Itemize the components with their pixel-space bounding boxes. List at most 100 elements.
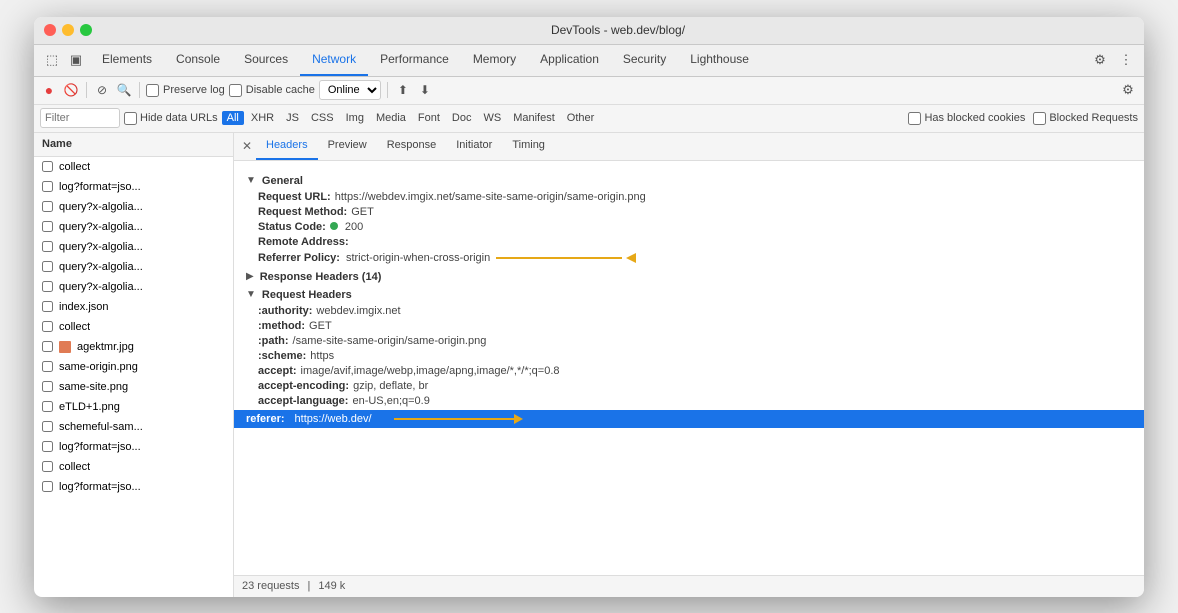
filter-type-manifest[interactable]: Manifest (508, 111, 560, 125)
item-checkbox[interactable] (42, 401, 53, 412)
close-button[interactable] (44, 24, 56, 36)
referer-row: referer: https://web.dev/ (234, 410, 1144, 428)
clear-button[interactable]: 🚫 (62, 81, 80, 99)
tab-elements[interactable]: Elements (90, 44, 164, 76)
tab-lighthouse[interactable]: Lighthouse (678, 44, 761, 76)
filter-type-xhr[interactable]: XHR (246, 111, 279, 125)
item-checkbox[interactable] (42, 341, 53, 352)
list-item[interactable]: same-site.png (34, 377, 233, 397)
import-icon[interactable]: ⬆ (394, 81, 412, 99)
list-item[interactable]: query?x-algolia... (34, 217, 233, 237)
request-headers-section-header[interactable]: ▼ Request Headers (246, 289, 1132, 301)
response-headers-section-header[interactable]: ▶ Response Headers (14) (246, 271, 1132, 283)
tab-network[interactable]: Network (300, 44, 368, 76)
general-section-header[interactable]: ▼ General (246, 175, 1132, 187)
list-item[interactable]: log?format=jso... (34, 437, 233, 457)
item-checkbox[interactable] (42, 161, 53, 172)
blocked-requests-input[interactable] (1033, 112, 1046, 125)
item-checkbox[interactable] (42, 281, 53, 292)
record-button[interactable]: ● (40, 81, 58, 99)
list-item[interactable]: same-origin.png (34, 357, 233, 377)
list-item[interactable]: collect (34, 457, 233, 477)
cursor-icon[interactable]: ⬚ (42, 50, 62, 70)
network-settings-icon[interactable]: ⚙ (1118, 80, 1138, 100)
device-icon[interactable]: ▣ (66, 50, 86, 70)
item-checkbox[interactable] (42, 441, 53, 452)
tab-memory[interactable]: Memory (461, 44, 528, 76)
item-label: query?x-algolia... (59, 221, 143, 233)
item-checkbox[interactable] (42, 481, 53, 492)
preserve-log-input[interactable] (146, 84, 159, 97)
filter-icon[interactable]: ⊘ (93, 81, 111, 99)
minimize-button[interactable] (62, 24, 74, 36)
has-blocked-cookies-input[interactable] (908, 112, 921, 125)
filter-type-doc[interactable]: Doc (447, 111, 477, 125)
hide-data-urls-checkbox[interactable]: Hide data URLs (124, 112, 218, 125)
filter-type-ws[interactable]: WS (478, 111, 506, 125)
search-icon[interactable]: 🔍 (115, 81, 133, 99)
item-label: eTLD+1.png (59, 401, 120, 413)
list-item[interactable]: agektmr.jpg (34, 337, 233, 357)
filter-type-img[interactable]: Img (341, 111, 369, 125)
filter-type-css[interactable]: CSS (306, 111, 339, 125)
export-icon[interactable]: ⬇ (416, 81, 434, 99)
transfer-size: 149 k (318, 580, 345, 592)
throttle-select[interactable]: Online (319, 80, 381, 100)
list-item[interactable]: collect (34, 157, 233, 177)
list-item[interactable]: query?x-algolia... (34, 237, 233, 257)
item-checkbox[interactable] (42, 461, 53, 472)
tab-security[interactable]: Security (611, 44, 678, 76)
referer-arrow-head (514, 414, 523, 424)
filter-type-js[interactable]: JS (281, 111, 304, 125)
item-checkbox[interactable] (42, 321, 53, 332)
item-checkbox[interactable] (42, 261, 53, 272)
item-checkbox[interactable] (42, 381, 53, 392)
settings-icon[interactable]: ⚙ (1090, 50, 1110, 70)
filter-type-media[interactable]: Media (371, 111, 411, 125)
list-item[interactable]: log?format=jso... (34, 477, 233, 497)
item-checkbox[interactable] (42, 241, 53, 252)
tab-headers[interactable]: Headers (256, 133, 318, 161)
list-item[interactable]: index.json (34, 297, 233, 317)
disable-cache-input[interactable] (229, 84, 242, 97)
tab-timing[interactable]: Timing (502, 133, 555, 161)
list-item[interactable]: log?format=jso... (34, 177, 233, 197)
maximize-button[interactable] (80, 24, 92, 36)
disable-cache-checkbox[interactable]: Disable cache (229, 84, 315, 97)
item-checkbox[interactable] (42, 421, 53, 432)
item-checkbox[interactable] (42, 181, 53, 192)
filter-type-font[interactable]: Font (413, 111, 445, 125)
name-column-header: Name (42, 138, 72, 150)
more-icon[interactable]: ⋮ (1116, 50, 1136, 70)
tab-sources[interactable]: Sources (232, 44, 300, 76)
item-checkbox[interactable] (42, 201, 53, 212)
preserve-log-checkbox[interactable]: Preserve log (146, 84, 225, 97)
hide-data-urls-input[interactable] (124, 112, 137, 125)
tab-initiator[interactable]: Initiator (446, 133, 502, 161)
tab-response[interactable]: Response (377, 133, 447, 161)
close-detail-button[interactable]: ✕ (238, 137, 256, 155)
list-item[interactable]: query?x-algolia... (34, 197, 233, 217)
status-separator: | (307, 580, 310, 592)
list-item[interactable]: query?x-algolia... (34, 277, 233, 297)
tab-application[interactable]: Application (528, 44, 611, 76)
authority-key: :authority: (258, 305, 312, 317)
list-item[interactable]: schemeful-sam... (34, 417, 233, 437)
remote-address-row: Remote Address: (258, 236, 1132, 248)
filter-type-all[interactable]: All (222, 111, 244, 125)
tab-preview[interactable]: Preview (318, 133, 377, 161)
filter-input[interactable] (45, 112, 105, 124)
has-blocked-cookies-checkbox[interactable]: Has blocked cookies (908, 112, 1025, 125)
item-checkbox[interactable] (42, 301, 53, 312)
blocked-requests-checkbox[interactable]: Blocked Requests (1033, 112, 1138, 125)
list-item[interactable]: collect (34, 317, 233, 337)
item-checkbox[interactable] (42, 221, 53, 232)
item-checkbox[interactable] (42, 361, 53, 372)
accept-encoding-key: accept-encoding: (258, 380, 349, 392)
tab-console[interactable]: Console (164, 44, 232, 76)
tab-performance[interactable]: Performance (368, 44, 461, 76)
list-item[interactable]: eTLD+1.png (34, 397, 233, 417)
item-label: log?format=jso... (59, 441, 141, 453)
filter-type-other[interactable]: Other (562, 111, 600, 125)
list-item[interactable]: query?x-algolia... (34, 257, 233, 277)
